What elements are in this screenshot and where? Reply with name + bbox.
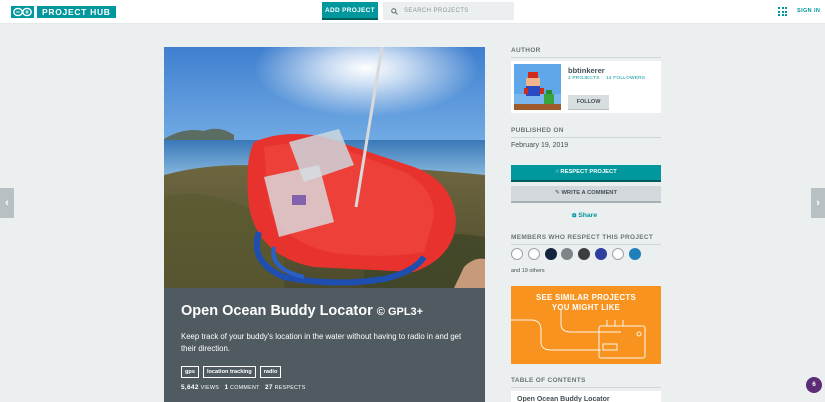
tag-gps[interactable]: gps xyxy=(181,366,199,378)
comments-label: COMMENT xyxy=(230,385,260,391)
search-input[interactable]: SEARCH PROJECTS xyxy=(383,2,514,20)
member-avatar[interactable] xyxy=(578,248,591,260)
toc-heading: TABLE OF CONTENTS xyxy=(511,377,661,388)
respecting-members xyxy=(511,248,641,260)
project-title: Open Ocean Buddy Locator © GPL3+ xyxy=(181,303,423,319)
author-meta: 2 PROJECTS · 14 FOLLOWERS xyxy=(568,76,646,81)
author-followers[interactable]: 14 FOLLOWERS xyxy=(606,76,645,81)
comment-label: WRITE A COMMENT xyxy=(561,190,618,196)
project-tags: gps location tracking radio xyxy=(181,366,282,378)
respect-project-button[interactable]: ☝ RESPECT PROJECT xyxy=(511,165,661,182)
promo-line-1: SEE SIMILAR PROJECTS xyxy=(535,293,636,302)
member-avatar[interactable] xyxy=(511,248,523,260)
thumbs-up-icon: ☝ xyxy=(555,169,559,175)
views-count: 5,642 xyxy=(181,384,199,391)
member-avatar[interactable] xyxy=(611,248,624,260)
search-icon xyxy=(391,7,398,15)
published-date: February 19, 2019 xyxy=(511,142,569,149)
logo-text: PROJECT HUB xyxy=(37,6,116,18)
project-description: Keep track of your buddy's location in t… xyxy=(181,332,462,353)
views-label: VIEWS xyxy=(200,385,220,391)
share-link[interactable]: ⧇ Share xyxy=(572,212,597,220)
author-projects[interactable]: 2 PROJECTS xyxy=(568,76,600,81)
chevron-right-icon: › xyxy=(816,197,820,209)
chevron-left-icon: ‹ xyxy=(5,197,9,209)
arduino-logo-icon xyxy=(11,6,34,18)
tag-radio[interactable]: radio xyxy=(259,366,282,378)
other-members-count[interactable]: and 19 others xyxy=(511,268,545,274)
respects-label: RESPECTS xyxy=(274,385,306,391)
notification-badge[interactable]: 6 xyxy=(806,377,822,393)
search-placeholder: SEARCH PROJECTS xyxy=(404,8,469,14)
member-avatar[interactable] xyxy=(527,248,540,260)
apps-grid-icon[interactable] xyxy=(778,7,787,16)
follow-button[interactable]: FOLLOW xyxy=(568,95,609,110)
write-comment-button[interactable]: ✎ WRITE A COMMENT xyxy=(511,186,661,203)
project-hero: Open Ocean Buddy Locator © GPL3+ Keep tr… xyxy=(164,47,485,402)
toc-item[interactable]: Open Ocean Buddy Locator xyxy=(511,391,661,402)
add-project-button[interactable]: ADD PROJECT xyxy=(322,2,378,20)
respects-count: 27 xyxy=(264,384,273,391)
project-hub-logo[interactable]: PROJECT HUB xyxy=(11,6,116,18)
tag-location-tracking[interactable]: location tracking xyxy=(202,366,256,378)
top-bar: PROJECT HUB ADD PROJECT SEARCH PROJECTS … xyxy=(0,0,825,24)
project-stats: 5,642 VIEWS 1 COMMENT 27 RESPECTS xyxy=(181,384,306,391)
member-avatar[interactable] xyxy=(544,248,557,260)
member-avatar[interactable] xyxy=(594,248,607,260)
author-avatar[interactable] xyxy=(514,64,561,110)
members-heading: MEMBERS WHO RESPECT THIS PROJECT xyxy=(511,234,661,245)
project-title-text: Open Ocean Buddy Locator xyxy=(181,303,373,319)
share-icon: ⧇ xyxy=(572,212,577,219)
license-label[interactable]: © GPL3+ xyxy=(377,306,423,318)
author-name[interactable]: bbtinkerer xyxy=(568,66,605,75)
share-label: Share xyxy=(578,212,598,219)
previous-project-button[interactable]: ‹ xyxy=(0,188,14,218)
sign-in-link[interactable]: SIGN IN xyxy=(797,8,820,14)
next-project-button[interactable]: › xyxy=(811,188,825,218)
author-card: bbtinkerer 2 PROJECTS · 14 FOLLOWERS FOL… xyxy=(511,61,661,113)
published-heading: PUBLISHED ON xyxy=(511,127,661,138)
project-cover-image xyxy=(164,47,485,288)
respect-label: RESPECT PROJECT xyxy=(560,169,617,175)
comments-count: 1 xyxy=(224,384,229,391)
pencil-icon: ✎ xyxy=(554,190,560,196)
member-avatar[interactable] xyxy=(628,248,641,260)
similar-projects-banner[interactable]: SEE SIMILAR PROJECTS YOU MIGHT LIKE xyxy=(511,286,661,364)
member-avatar[interactable] xyxy=(561,248,574,260)
circuit-illustration-icon xyxy=(511,310,646,359)
author-heading: AUTHOR xyxy=(511,47,661,58)
